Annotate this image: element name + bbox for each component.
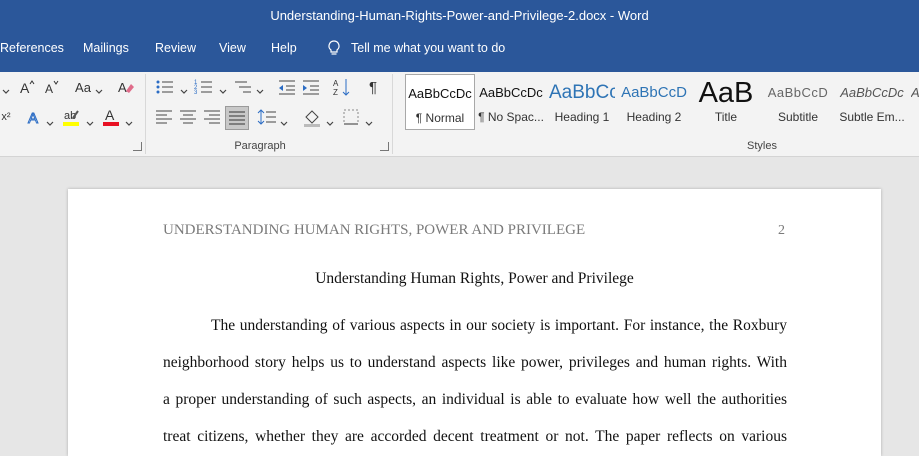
font-grow-icon[interactable]: A (16, 76, 38, 98)
body-line: neighborhood story helps us to understan… (163, 354, 787, 371)
group-separator (392, 74, 393, 154)
align-left-icon[interactable] (153, 106, 175, 128)
style-subtle-emphasis[interactable]: AaBbCcDc Subtle Em... (837, 74, 907, 128)
align-right-icon[interactable] (201, 106, 223, 128)
bullets-icon[interactable] (154, 76, 176, 98)
group-separator (145, 74, 146, 154)
ribbon: A A Aa A x² A ab A 123 A Z ¶ Paragraph A… (0, 72, 919, 157)
style-title[interactable]: AaB Title (693, 74, 759, 128)
tab-review[interactable]: Review (155, 41, 196, 55)
font-size-dropdown[interactable] (2, 82, 10, 94)
change-case-dropdown[interactable] (95, 82, 103, 94)
svg-text:3: 3 (194, 90, 198, 96)
shading-dropdown[interactable] (326, 114, 334, 126)
line-spacing-icon[interactable] (256, 106, 278, 128)
change-case-icon[interactable]: Aa (70, 76, 96, 98)
tab-mailings[interactable]: Mailings (83, 41, 129, 55)
svg-text:A: A (118, 80, 127, 95)
tab-view[interactable]: View (219, 41, 246, 55)
paragraph-group-label: Paragraph (234, 140, 286, 152)
styles-gallery: AaBbCcDc ¶ Normal AaBbCcDc ¶ No Spac... … (401, 74, 919, 130)
show-marks-icon[interactable]: ¶ (362, 76, 384, 98)
align-center-icon[interactable] (177, 106, 199, 128)
multilevel-dropdown[interactable] (256, 82, 264, 94)
paragraph-dialog-launcher[interactable] (380, 142, 389, 151)
svg-text:A: A (20, 80, 30, 96)
multilevel-list-icon[interactable] (232, 76, 254, 98)
style-no-spacing[interactable]: AaBbCcDc ¶ No Spac... (477, 74, 545, 128)
bullets-dropdown[interactable] (180, 82, 188, 94)
borders-dropdown[interactable] (365, 114, 373, 126)
page-number: 2 (778, 223, 785, 238)
styles-group-label: Styles (747, 140, 777, 152)
svg-text:A: A (105, 107, 115, 123)
numbering-dropdown[interactable] (219, 82, 227, 94)
sort-icon[interactable]: AZ (331, 76, 353, 98)
body-line: treat citizens, whether they are accorde… (163, 428, 787, 445)
svg-text:Z: Z (333, 88, 338, 97)
text-effects-icon[interactable]: A (24, 106, 46, 128)
tab-help[interactable]: Help (271, 41, 297, 55)
style-subtitle[interactable]: AaBbCcD Subtitle (765, 74, 831, 128)
highlight-dropdown[interactable] (86, 114, 94, 126)
shading-icon[interactable] (301, 106, 323, 128)
svg-text:A: A (28, 110, 38, 127)
font-shrink-icon[interactable]: A (40, 76, 62, 98)
svg-text:A: A (333, 79, 339, 88)
increase-indent-icon[interactable] (300, 76, 322, 98)
font-color-icon[interactable]: A (100, 106, 122, 128)
subscript-icon[interactable]: x² (0, 106, 12, 128)
numbering-icon[interactable]: 123 (193, 76, 215, 98)
body-line: a proper understanding of such aspects, … (163, 391, 787, 408)
font-dialog-launcher[interactable] (133, 142, 142, 151)
style-heading-1[interactable]: AaBbCc Heading 1 (549, 74, 615, 128)
style-normal[interactable]: AaBbCcDc ¶ Normal (405, 74, 475, 130)
decrease-indent-icon[interactable] (276, 76, 298, 98)
line-spacing-dropdown[interactable] (280, 114, 288, 126)
document-title: Understanding Human Rights, Power and Pr… (315, 270, 634, 287)
font-color-dropdown[interactable] (125, 114, 133, 126)
text-effects-dropdown[interactable] (46, 114, 54, 126)
tab-references[interactable]: References (0, 41, 64, 55)
title-bar: Understanding-Human-Rights-Power-and-Pri… (0, 0, 919, 72)
document-page[interactable]: UNDERSTANDING HUMAN RIGHTS, POWER AND PR… (68, 189, 881, 456)
window-title: Understanding-Human-Rights-Power-and-Pri… (270, 8, 649, 23)
clear-formatting-icon[interactable]: A (115, 76, 137, 98)
svg-text:A: A (45, 82, 53, 96)
lightbulb-icon[interactable] (325, 39, 343, 57)
borders-icon[interactable] (340, 106, 362, 128)
justify-icon[interactable] (225, 106, 249, 130)
running-header: UNDERSTANDING HUMAN RIGHTS, POWER AND PR… (163, 222, 586, 238)
body-line: The understanding of various aspects in … (211, 317, 787, 334)
tell-me-search[interactable]: Tell me what you want to do (351, 41, 505, 55)
highlight-icon[interactable]: ab (60, 106, 82, 128)
style-partial[interactable]: A (911, 74, 919, 128)
change-case-label: Aa (75, 79, 91, 95)
style-heading-2[interactable]: AaBbCcD Heading 2 (621, 74, 687, 128)
